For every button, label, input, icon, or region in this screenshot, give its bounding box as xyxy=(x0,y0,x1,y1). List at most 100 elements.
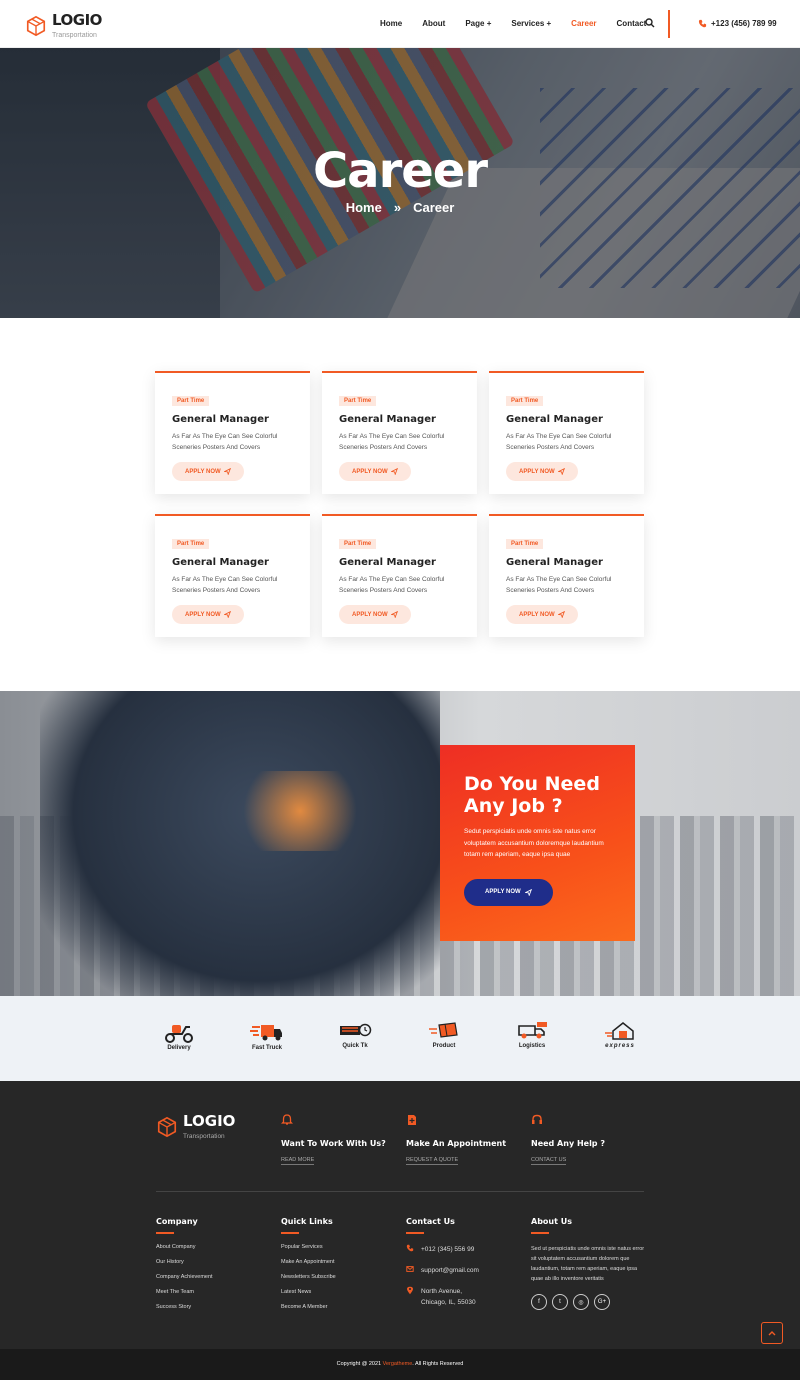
job-type-badge: Part Time xyxy=(172,539,210,549)
job-description: As Far As The Eye Can See Colorful Scene… xyxy=(506,433,612,451)
send-icon xyxy=(557,468,565,475)
send-icon xyxy=(390,468,398,475)
breadcrumb-home[interactable]: Home xyxy=(346,200,382,215)
footer-link[interactable]: Newsletters Subscribe xyxy=(281,1274,396,1280)
site-header: LOGIO Transportation Home About Page + S… xyxy=(0,0,800,48)
job-title: General Manager xyxy=(172,557,269,568)
facebook-icon[interactable]: f xyxy=(531,1294,547,1310)
page-title: Career xyxy=(312,143,488,199)
site-footer: LOGIO Transportation Want To Work With U… xyxy=(0,1081,800,1349)
page-hero: Career Home» Career xyxy=(0,48,800,318)
nav-page[interactable]: Page + xyxy=(465,19,491,28)
footer-logo-tagline: Transportation xyxy=(183,1133,225,1140)
contact-phone[interactable]: +012 (345) 556 99 xyxy=(406,1244,521,1255)
job-type-badge: Part Time xyxy=(172,396,210,406)
job-type-badge: Part Time xyxy=(506,539,544,549)
nav-services[interactable]: Services + xyxy=(511,19,551,28)
apply-now-button[interactable]: APPLY NOW xyxy=(172,605,244,624)
apply-now-label: APPLY NOW xyxy=(352,611,388,618)
job-card: Part Time General Manager As Far As The … xyxy=(155,371,310,494)
partner-logo-logistics[interactable]: Logistics xyxy=(508,1021,556,1049)
nav-home[interactable]: Home xyxy=(380,19,402,28)
job-card: Part Time General Manager As Far As The … xyxy=(155,514,310,637)
job-card: Part Time General Manager As Far As The … xyxy=(322,514,477,637)
instagram-icon[interactable]: ◎ xyxy=(573,1294,589,1310)
bell-icon xyxy=(280,1114,294,1125)
job-description: As Far As The Eye Can See Colorful Scene… xyxy=(339,576,445,594)
job-cta-title: Do You Need Any Job ? xyxy=(464,773,611,817)
footer-contact-column: Contact Us +012 (345) 556 99 support@gma… xyxy=(406,1217,521,1318)
partner-logo-product[interactable]: Product xyxy=(420,1021,468,1049)
nav-divider xyxy=(668,10,670,38)
partner-logo-fast-truck[interactable]: Fast Truck xyxy=(243,1021,291,1051)
apply-now-button[interactable]: APPLY NOW xyxy=(339,462,411,481)
read-more-link[interactable]: READ MORE xyxy=(281,1157,315,1165)
job-description: As Far As The Eye Can See Colorful Scene… xyxy=(172,576,278,594)
logo[interactable]: LOGIO Transportation xyxy=(25,12,102,39)
footer-cta-title: Make An Appointment xyxy=(406,1139,507,1148)
chevron-up-icon xyxy=(768,1331,776,1336)
footer-link[interactable]: Company Achievement xyxy=(156,1274,271,1280)
job-title: General Manager xyxy=(506,557,603,568)
contact-phone-text: +012 (345) 556 99 xyxy=(421,1246,475,1253)
copyright-bar: Copyright @ 2021 Vergatheme. All Rights … xyxy=(0,1349,800,1380)
footer-column-heading: About Us xyxy=(531,1217,572,1226)
header-phone[interactable]: +123 (456) 789 99 xyxy=(698,19,777,28)
job-cta-apply-button[interactable]: APPLY NOW xyxy=(464,878,553,906)
request-quote-link[interactable]: REQUEST A QUOTE xyxy=(406,1157,459,1165)
footer-link[interactable]: Become A Member xyxy=(281,1304,396,1310)
footer-cta-title: Want To Work With Us? xyxy=(281,1139,386,1148)
apply-now-button[interactable]: APPLY NOW xyxy=(506,605,578,624)
job-card: Part Time General Manager As Far As The … xyxy=(322,371,477,494)
job-type-badge: Part Time xyxy=(339,396,377,406)
partner-logo-quick-tk[interactable]: Quick Tk xyxy=(331,1021,379,1049)
job-title: General Manager xyxy=(172,414,269,425)
search-icon[interactable] xyxy=(645,18,655,28)
partner-logo-delivery[interactable]: Delivery xyxy=(155,1021,203,1051)
job-cta-title-line1: Do You Need xyxy=(464,773,600,795)
job-title: General Manager xyxy=(339,414,436,425)
copyright-suffix: . All Rights Reserved xyxy=(412,1361,464,1367)
footer-link[interactable]: Popular Services xyxy=(281,1244,396,1250)
phone-icon xyxy=(698,19,707,28)
nav-about[interactable]: About xyxy=(422,19,445,28)
footer-link[interactable]: About Company xyxy=(156,1244,271,1250)
footer-logo-name: LOGIO xyxy=(183,1112,236,1130)
contact-email-text: support@gmail.com xyxy=(421,1267,479,1274)
footer-link[interactable]: Make An Appointment xyxy=(281,1259,396,1265)
footer-logo[interactable]: LOGIO Transportation xyxy=(156,1113,235,1140)
send-icon xyxy=(223,611,231,618)
twitter-icon[interactable]: t xyxy=(552,1294,568,1310)
job-type-badge: Part Time xyxy=(339,539,377,549)
google-plus-icon[interactable]: G+ xyxy=(594,1294,610,1310)
contact-email[interactable]: support@gmail.com xyxy=(406,1265,521,1276)
nav-career[interactable]: Career xyxy=(571,19,596,28)
job-cta-title-line2: Any Job ? xyxy=(464,795,563,817)
apply-now-button[interactable]: APPLY NOW xyxy=(506,462,578,481)
contact-us-link[interactable]: CONTACT US xyxy=(531,1157,567,1165)
partner-name: express xyxy=(605,1043,635,1049)
heading-underline xyxy=(281,1232,299,1234)
footer-cta-appointment: Make An Appointment REQUEST A QUOTE xyxy=(406,1113,526,1166)
nav-contact[interactable]: Contact xyxy=(617,19,647,28)
apply-now-button[interactable]: APPLY NOW xyxy=(172,462,244,481)
job-description: As Far As The Eye Can See Colorful Scene… xyxy=(172,433,278,451)
apply-now-label: APPLY NOW xyxy=(485,889,521,895)
scroll-to-top-button[interactable] xyxy=(761,1322,783,1344)
footer-link[interactable]: Latest News xyxy=(281,1289,396,1295)
logo-name: LOGIO xyxy=(52,11,102,29)
job-cta-text: Sedut perspiciatis unde omnis iste natus… xyxy=(464,828,604,858)
scooter-icon xyxy=(165,1025,193,1043)
footer-divider xyxy=(156,1191,644,1192)
apply-now-button[interactable]: APPLY NOW xyxy=(339,605,411,624)
copyright-brand-link[interactable]: Vergatheme xyxy=(383,1361,413,1367)
footer-link[interactable]: Success Story xyxy=(156,1304,271,1310)
partner-logo-express[interactable]: express xyxy=(596,1021,644,1049)
partner-name: Fast Truck xyxy=(251,1045,282,1051)
document-icon xyxy=(408,1115,416,1125)
contact-address-text: North Avenue, Chicago, IL, 55030 xyxy=(421,1286,476,1308)
footer-link[interactable]: Our History xyxy=(156,1259,271,1265)
job-description: As Far As The Eye Can See Colorful Scene… xyxy=(339,433,445,451)
footer-cta-work: Want To Work With Us? READ MORE xyxy=(280,1113,401,1166)
footer-link[interactable]: Meet The Team xyxy=(156,1289,271,1295)
